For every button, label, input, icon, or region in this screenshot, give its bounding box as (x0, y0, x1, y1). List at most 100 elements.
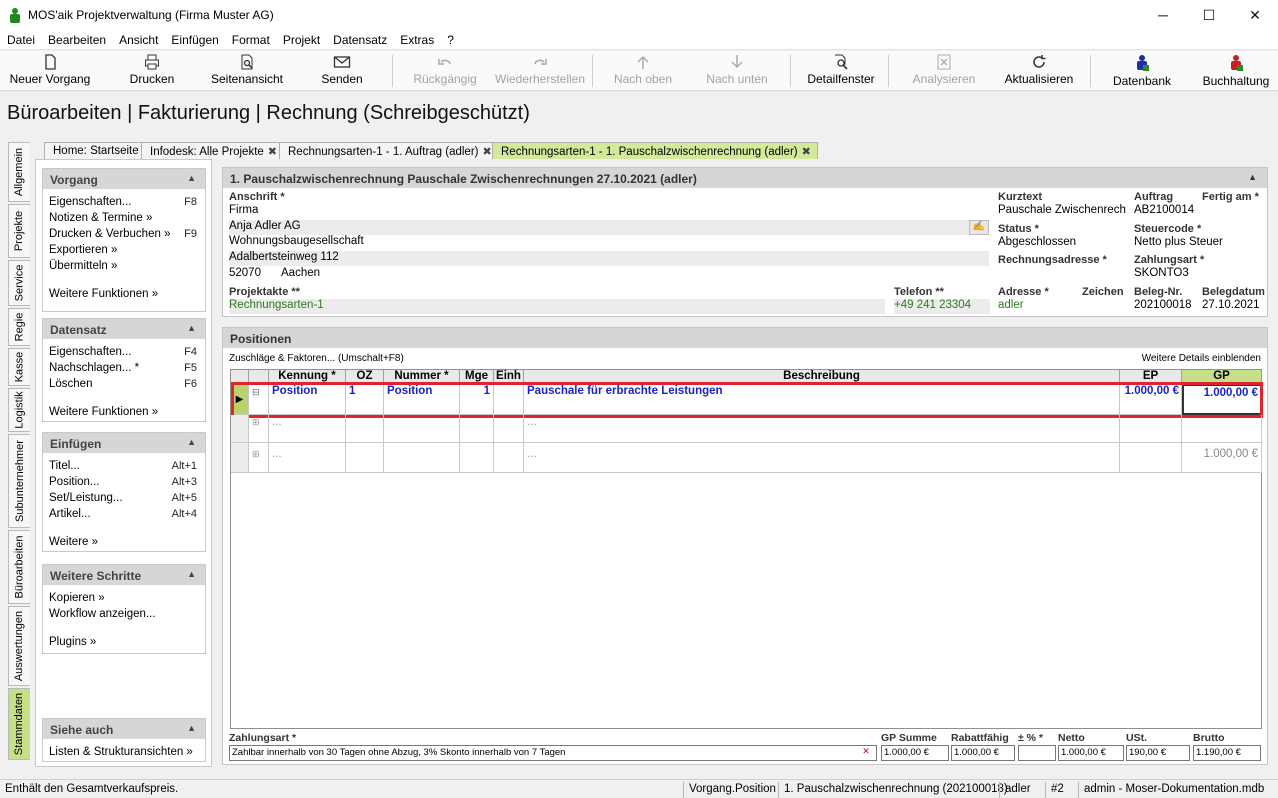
col-beschreibung[interactable]: Beschreibung (524, 370, 1120, 384)
cell-nummer[interactable]: Position (384, 384, 460, 415)
ust-field[interactable]: 190,00 € (1126, 745, 1190, 761)
rabattfaehig-field[interactable]: 1.000,00 € (951, 745, 1015, 761)
vtab-allgemein[interactable]: Allgemein (8, 142, 30, 202)
plz-field[interactable]: 52070 (229, 267, 279, 282)
cell-oz[interactable]: 1 (346, 384, 384, 415)
zuschlaege-link[interactable]: Zuschläge & Faktoren... (Umschalt+F8) (229, 353, 404, 364)
cell-empty[interactable] (494, 415, 524, 443)
menu-datensatz[interactable]: Datensatz (326, 30, 393, 47)
datensatz-eigenschaften[interactable]: Eigenschaften... F4 (43, 345, 205, 361)
gp-summe-field[interactable]: 1.000,00 € (881, 745, 949, 761)
menu-help[interactable]: ? (440, 30, 460, 47)
tab-home[interactable]: Home: Startseite (44, 142, 146, 159)
collapse-icon[interactable]: ▲ (187, 173, 196, 183)
vorgang-uebermitteln[interactable]: Übermitteln » (43, 259, 205, 275)
cell-empty[interactable] (1120, 415, 1182, 443)
rueckgaengig-button[interactable]: Rückgängig (400, 53, 490, 89)
vtab-service[interactable]: Service (8, 260, 30, 306)
section-header[interactable]: Vorgang ▲ (43, 169, 205, 189)
expand-row-icon[interactable]: ⊞ (249, 415, 269, 443)
cell-einh[interactable] (494, 384, 524, 415)
section-header[interactable]: Einfügen ▲ (43, 433, 205, 453)
collapse-row-icon[interactable]: ⊟ (249, 384, 269, 415)
section-header[interactable]: Datensatz ▲ (43, 319, 205, 339)
percent-field[interactable] (1018, 745, 1056, 761)
datenbank-button[interactable]: Datenbank (1100, 53, 1184, 89)
vtab-kasse[interactable]: Kasse (8, 348, 30, 386)
vtab-logistik[interactable]: Logistik (8, 388, 30, 432)
datensatz-weitere-funktionen[interactable]: Weitere Funktionen » (43, 405, 205, 421)
col-einh[interactable]: Einh (494, 370, 524, 384)
close-tab-icon[interactable]: ✖ (268, 146, 277, 158)
col-ep[interactable]: EP (1120, 370, 1182, 384)
weitere-details-link[interactable]: Weitere Details einblenden (1142, 353, 1261, 364)
collapse-icon[interactable]: ▲ (187, 437, 196, 447)
siehe-listen[interactable]: Listen & Strukturansichten » (43, 745, 205, 761)
nach-oben-button[interactable]: Nach oben (600, 53, 686, 89)
vtab-stammdaten[interactable]: Stammdaten (8, 688, 30, 760)
tab-pauschalzwischenrechnung[interactable]: Rechnungsarten-1 - 1. Pauschalzwischenre… (492, 142, 818, 159)
rechnungsadresse-field[interactable] (998, 267, 1126, 282)
belegdatum-field[interactable]: 27.10.2021 (1202, 299, 1262, 314)
fertig-am-field[interactable] (1202, 204, 1262, 219)
menu-ansicht[interactable]: Ansicht (112, 30, 164, 47)
zeichen-field[interactable] (1082, 299, 1126, 314)
menu-extras[interactable]: Extras (393, 30, 440, 47)
steuercode-field[interactable]: Netto plus Steuer (1134, 236, 1262, 251)
schritte-plugins[interactable]: Kopieren »Plugins » (43, 635, 205, 651)
cell-mge[interactable]: 1 (460, 384, 494, 415)
sum-row-placeholder[interactable]: ... (269, 443, 346, 473)
cell-empty[interactable] (1182, 415, 1262, 443)
vorgang-notizen[interactable]: Notizen & Termine » (43, 211, 205, 227)
kurztext-field[interactable]: Pauschale Zwischenrechnu (998, 204, 1126, 219)
cell-empty[interactable] (346, 443, 384, 473)
projektakte-link[interactable]: Rechnungsarten-1 (229, 299, 885, 314)
tab-infodesk[interactable]: Infodesk: Alle Projekte ✖ (141, 142, 285, 159)
einfuegen-weitere[interactable]: Weitere » (43, 535, 205, 551)
col-kennung[interactable]: Kennung * (269, 370, 346, 384)
collapse-icon[interactable]: ▲ (187, 723, 196, 733)
cell-empty[interactable] (384, 443, 460, 473)
cell-empty[interactable] (460, 415, 494, 443)
analysieren-button[interactable]: Analysieren (900, 53, 988, 89)
vorgang-weitere-funktionen[interactable]: Weitere Funktionen » (43, 287, 205, 303)
vtab-regie[interactable]: Regie (8, 308, 30, 346)
tab-auftrag[interactable]: Rechnungsarten-1 - 1. Auftrag (adler) ✖ (279, 142, 499, 159)
brutto-field[interactable]: 1.190,00 € (1193, 745, 1261, 761)
clear-icon[interactable]: ✕ (859, 746, 873, 760)
datensatz-nachschlagen[interactable]: Nachschlagen... * F5 (43, 361, 205, 377)
close-tab-icon[interactable]: ✖ (802, 146, 811, 158)
schritte-workflow[interactable]: Workflow anzeigen... (43, 607, 205, 623)
netto-field[interactable]: 1.000,00 € (1058, 745, 1124, 761)
new-row-placeholder[interactable]: ... (524, 415, 1120, 443)
cell-empty[interactable] (494, 443, 524, 473)
vtab-subunternehmer[interactable]: Subunternehmer (8, 434, 30, 528)
close-window-button[interactable]: ✕ (1232, 0, 1278, 30)
menu-projekt[interactable]: Projekt (276, 30, 326, 47)
vtab-auswertungen[interactable]: Auswertungen (8, 606, 30, 686)
new-row-placeholder[interactable]: ... (269, 415, 346, 443)
auftrag-field[interactable]: AB2100014 (1134, 204, 1198, 219)
schritte-kopieren[interactable]: Kopieren » (43, 591, 205, 607)
anschrift-line-1[interactable]: Firma (229, 204, 989, 219)
einfuegen-titel[interactable]: Titel... Alt+1 (43, 459, 205, 475)
buchhaltung-button[interactable]: Buchhaltung (1194, 53, 1278, 89)
section-header[interactable]: Weitere Schritte ▲ (43, 565, 205, 585)
vtab-projekte[interactable]: Projekte (8, 204, 30, 258)
cell-gp[interactable]: 1.000,00 € (1182, 384, 1262, 415)
neuer-vorgang-button[interactable]: Neuer Vorgang (4, 53, 96, 89)
address-picker-icon[interactable]: ✍ (969, 220, 989, 235)
cell-empty[interactable] (346, 415, 384, 443)
einfuegen-position[interactable]: Position... Alt+3 (43, 475, 205, 491)
menu-einfuegen[interactable]: Einfügen (164, 30, 224, 47)
seitenansicht-button[interactable]: Seitenansicht (206, 53, 288, 89)
ort-field[interactable]: Aachen (281, 267, 989, 282)
datensatz-loeschen[interactable]: Löschen F6 (43, 377, 205, 393)
detailfenster-button[interactable]: Detailfenster (800, 53, 882, 89)
collapse-icon[interactable]: ▲ (187, 323, 196, 333)
cell-beschreibung[interactable]: Pauschale für erbrachte Leistungen (524, 384, 1120, 415)
col-gp[interactable]: GP (1182, 370, 1262, 384)
vorgang-drucken-verbuchen[interactable]: Drucken & Verbuchen » F9 (43, 227, 205, 243)
maximize-button[interactable]: ☐ (1186, 0, 1232, 30)
cell-empty[interactable] (460, 443, 494, 473)
